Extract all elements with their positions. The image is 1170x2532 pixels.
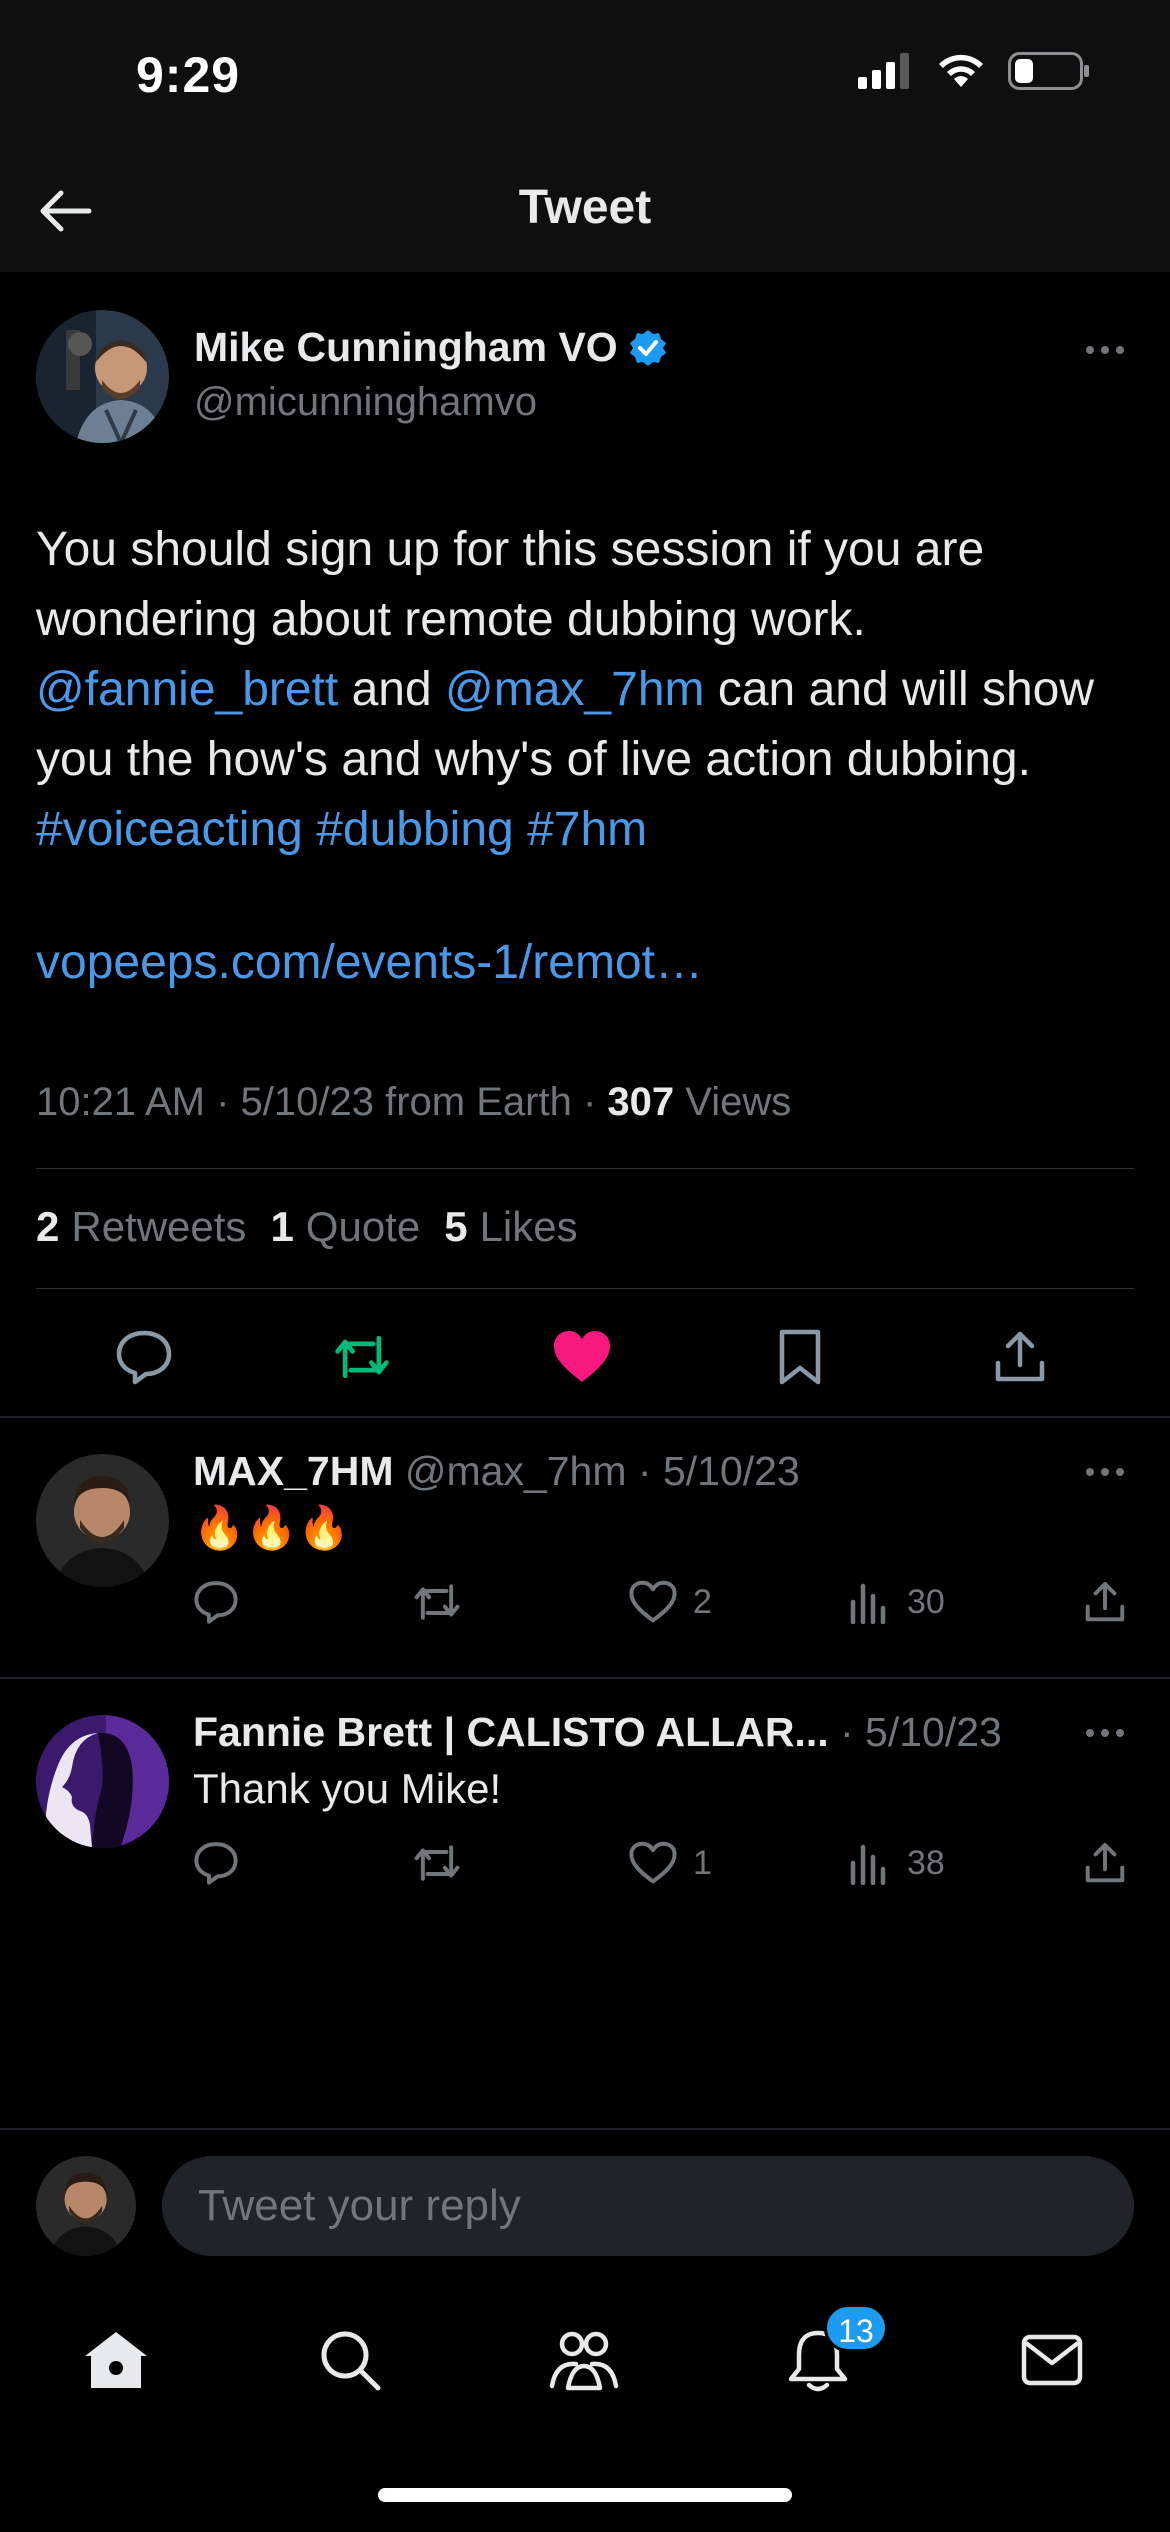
heart-outline-icon <box>629 1580 677 1623</box>
author-name[interactable]: Mike Cunningham VO <box>194 324 668 371</box>
retweet-icon <box>414 1845 460 1881</box>
divider <box>36 1168 1134 1169</box>
tweet-action-bar <box>0 1305 1170 1405</box>
reply-handle-date: · 5/10/23 <box>828 1709 1002 1755</box>
reply-retweet-button[interactable] <box>411 1580 463 1624</box>
reply-composer: Tweet your reply <box>0 2130 1170 2290</box>
reply-item[interactable]: Fannie Brett | CALISTO ALLAR... · 5/10/2… <box>0 1679 1170 1939</box>
tweet-text-part: and <box>338 663 446 716</box>
reply-reply-button[interactable] <box>193 1841 239 1885</box>
reply-more-options-button[interactable] <box>1086 1468 1124 1476</box>
reply-like-count: 2 <box>693 1582 712 1621</box>
reply-handle-date: @max_7hm · 5/10/23 <box>393 1448 800 1494</box>
reply-item[interactable]: MAX_7HM @max_7hm · 5/10/23 🔥🔥🔥 2 30 <box>0 1418 1170 1678</box>
bookmark-icon <box>779 1329 821 1385</box>
status-bar: 9:29 <box>0 0 1170 150</box>
reply-action-bar: 1 38 <box>193 1841 1143 1901</box>
reply-views-button[interactable]: 30 <box>847 1580 945 1624</box>
reply-avatar[interactable] <box>36 1454 169 1587</box>
reply-view-count: 38 <box>907 1843 945 1882</box>
wifi-icon <box>939 54 983 87</box>
status-time: 9:29 <box>136 47 241 103</box>
engagement-stats: 2 Retweets 1 Quote 5 Likes <box>36 1203 578 1251</box>
bottom-tab-bar: 13 <box>0 2290 1170 2430</box>
notification-badge: 13 <box>824 2304 888 2352</box>
reply-icon <box>116 1330 172 1385</box>
reply-action-bar: 2 30 <box>193 1580 1143 1640</box>
tab-search[interactable] <box>310 2320 390 2400</box>
reply-view-count: 30 <box>907 1582 945 1621</box>
reply-like-count: 1 <box>693 1843 712 1882</box>
tweet-timestamp: 10:21 AM · 5/10/23 from Earth · <box>36 1080 608 1124</box>
reply-share-button[interactable] <box>1083 1580 1127 1624</box>
retweets-stat[interactable]: 2 Retweets <box>36 1203 246 1251</box>
views-chart-icon <box>850 1844 886 1885</box>
home-icon <box>85 2332 147 2388</box>
heart-outline-icon <box>629 1841 677 1884</box>
mail-icon <box>1021 2334 1083 2386</box>
reply-more-options-button[interactable] <box>1086 1729 1124 1737</box>
tweet-meta: 10:21 AM · 5/10/23 from Earth · 307 View… <box>36 1080 791 1125</box>
author-handle[interactable]: @micunninghamvo <box>194 380 537 425</box>
page-title: Tweet <box>518 181 652 234</box>
reply-like-button[interactable]: 2 <box>629 1580 712 1624</box>
reply-reply-button[interactable] <box>193 1580 239 1624</box>
reply-header: Fannie Brett | CALISTO ALLAR... · 5/10/2… <box>193 1709 1002 1756</box>
hashtag-link[interactable]: #voiceacting <box>36 803 303 856</box>
tweet-url-link[interactable]: vopeeps.com/events-1/remot… <box>36 935 703 990</box>
divider <box>36 1288 1134 1289</box>
reply-text: 🔥🔥🔥 <box>193 1504 350 1551</box>
tweet-text-part: You should sign up for this session if y… <box>36 523 985 646</box>
views-label: Views <box>674 1080 792 1124</box>
reply-icon <box>194 1581 238 1624</box>
share-icon <box>1085 1581 1125 1622</box>
share-icon <box>1085 1842 1125 1883</box>
cellular-signal-icon <box>858 53 909 89</box>
my-avatar[interactable] <box>36 2156 136 2256</box>
reply-author-name[interactable]: MAX_7HM <box>193 1448 393 1494</box>
bookmark-button[interactable] <box>770 1327 830 1387</box>
views-chart-icon <box>850 1583 886 1624</box>
reply-input[interactable]: Tweet your reply <box>162 2156 1134 2256</box>
likes-stat[interactable]: 5 Likes <box>444 1203 577 1251</box>
mention-link[interactable]: @fannie_brett <box>36 663 338 716</box>
tweet-author: Mike Cunningham VO @micunninghamvo <box>36 310 1136 445</box>
retweet-icon <box>335 1335 389 1379</box>
more-options-button[interactable] <box>1086 346 1124 354</box>
retweet-button[interactable] <box>332 1327 392 1387</box>
share-button[interactable] <box>990 1327 1050 1387</box>
author-avatar[interactable] <box>36 310 169 443</box>
status-icons <box>858 52 1090 90</box>
reply-icon <box>194 1842 238 1885</box>
top-navigation-bar: Tweet <box>0 150 1170 272</box>
reply-share-button[interactable] <box>1083 1841 1127 1885</box>
reply-text: Thank you Mike! <box>193 1765 502 1812</box>
reply-author-name[interactable]: Fannie Brett | CALISTO ALLAR... <box>193 1709 829 1755</box>
hashtag-link[interactable]: #dubbing <box>316 803 514 856</box>
tab-home[interactable] <box>76 2320 156 2400</box>
home-indicator[interactable] <box>378 2488 792 2502</box>
author-name-text: Mike Cunningham VO <box>194 324 618 370</box>
reply-button[interactable] <box>114 1327 174 1387</box>
verified-badge-icon <box>629 329 666 366</box>
quotes-stat[interactable]: 1 Quote <box>270 1203 420 1251</box>
battery-icon <box>1008 52 1089 90</box>
reply-like-button[interactable]: 1 <box>629 1841 712 1885</box>
search-icon <box>321 2331 381 2391</box>
share-icon <box>995 1331 1045 1382</box>
like-button[interactable] <box>552 1327 612 1387</box>
reply-retweet-button[interactable] <box>411 1841 463 1885</box>
reply-header: MAX_7HM @max_7hm · 5/10/23 <box>193 1448 800 1495</box>
views-count: 307 <box>607 1080 675 1124</box>
hashtag-link[interactable]: #7hm <box>527 803 647 856</box>
tab-messages[interactable] <box>1012 2320 1092 2400</box>
reply-views-button[interactable]: 38 <box>847 1841 945 1885</box>
mention-link[interactable]: @max_7hm <box>445 663 704 716</box>
retweet-icon <box>414 1584 460 1620</box>
tweet-body: You should sign up for this session if y… <box>36 515 1136 865</box>
heart-filled-icon <box>554 1331 610 1382</box>
reply-avatar[interactable] <box>36 1715 169 1848</box>
communities-icon <box>549 2331 619 2391</box>
tab-communities[interactable] <box>544 2320 624 2400</box>
